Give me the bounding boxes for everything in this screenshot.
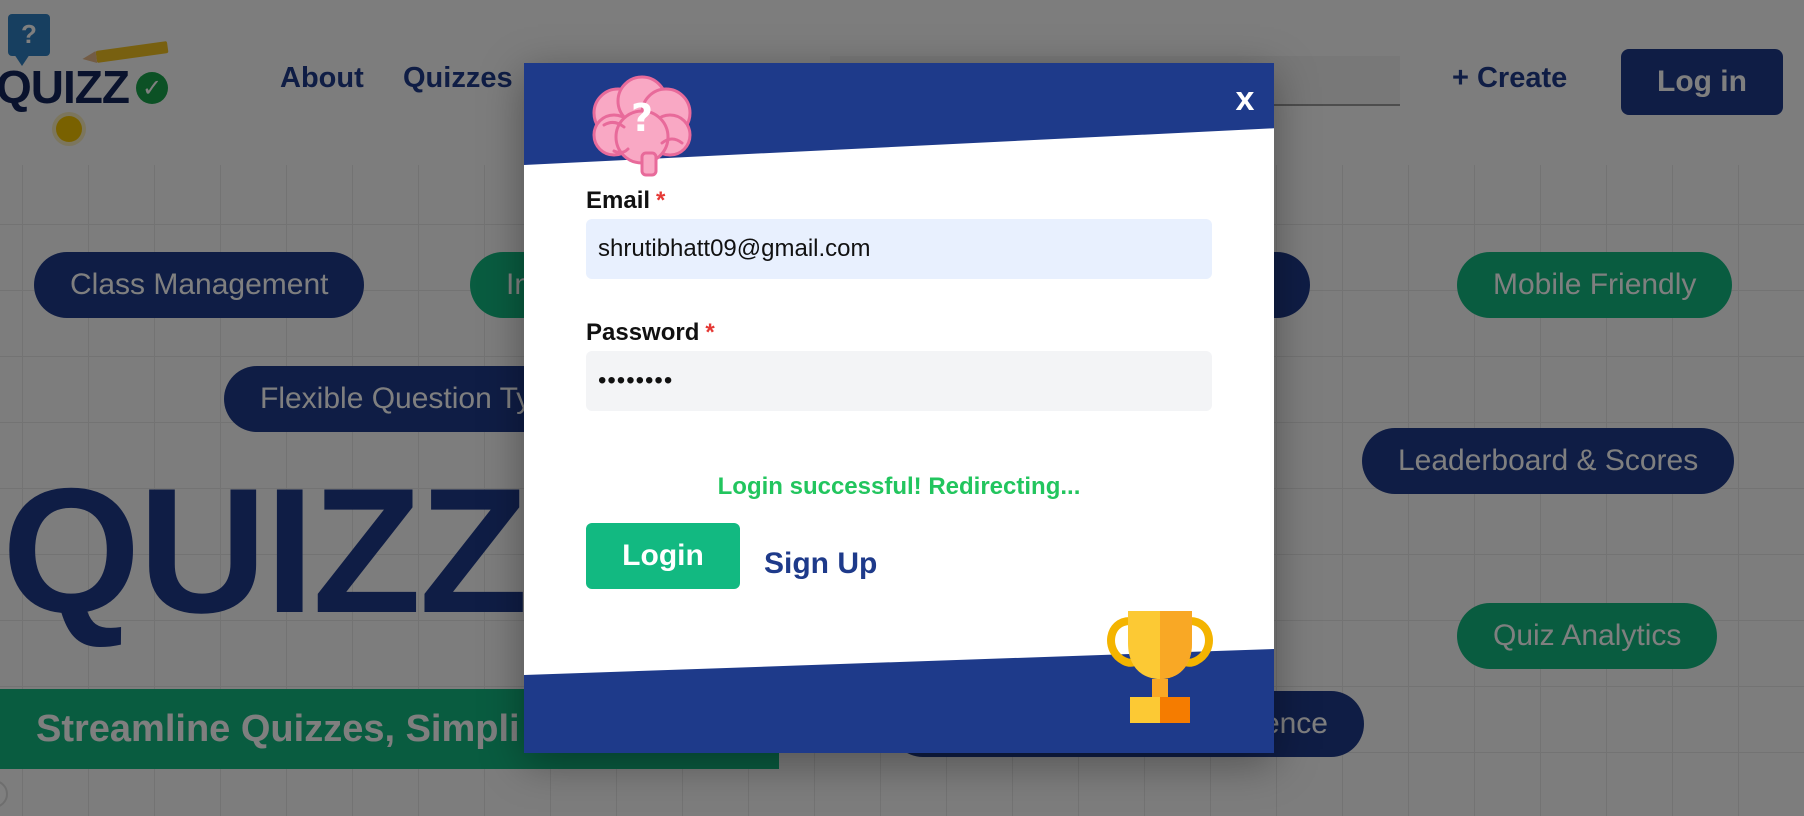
- email-field[interactable]: [586, 219, 1212, 279]
- password-field[interactable]: [586, 351, 1212, 411]
- required-marker: *: [705, 319, 715, 346]
- close-icon[interactable]: x: [1230, 81, 1260, 117]
- signup-link[interactable]: Sign Up: [764, 547, 877, 581]
- login-status-message: Login successful! Redirecting...: [717, 473, 1081, 500]
- login-button[interactable]: Login: [586, 523, 740, 589]
- login-modal: ? x Email* Password* Login successful! R…: [524, 63, 1274, 753]
- email-label-text: Email: [586, 187, 651, 214]
- required-marker: *: [656, 187, 666, 214]
- email-label: Email *: [586, 187, 665, 215]
- svg-text:?: ?: [631, 96, 653, 140]
- brain-question-icon: ?: [592, 75, 692, 177]
- trophy-icon: [1107, 611, 1213, 723]
- password-label: Password *: [586, 319, 715, 347]
- password-label-text: Password: [586, 319, 700, 346]
